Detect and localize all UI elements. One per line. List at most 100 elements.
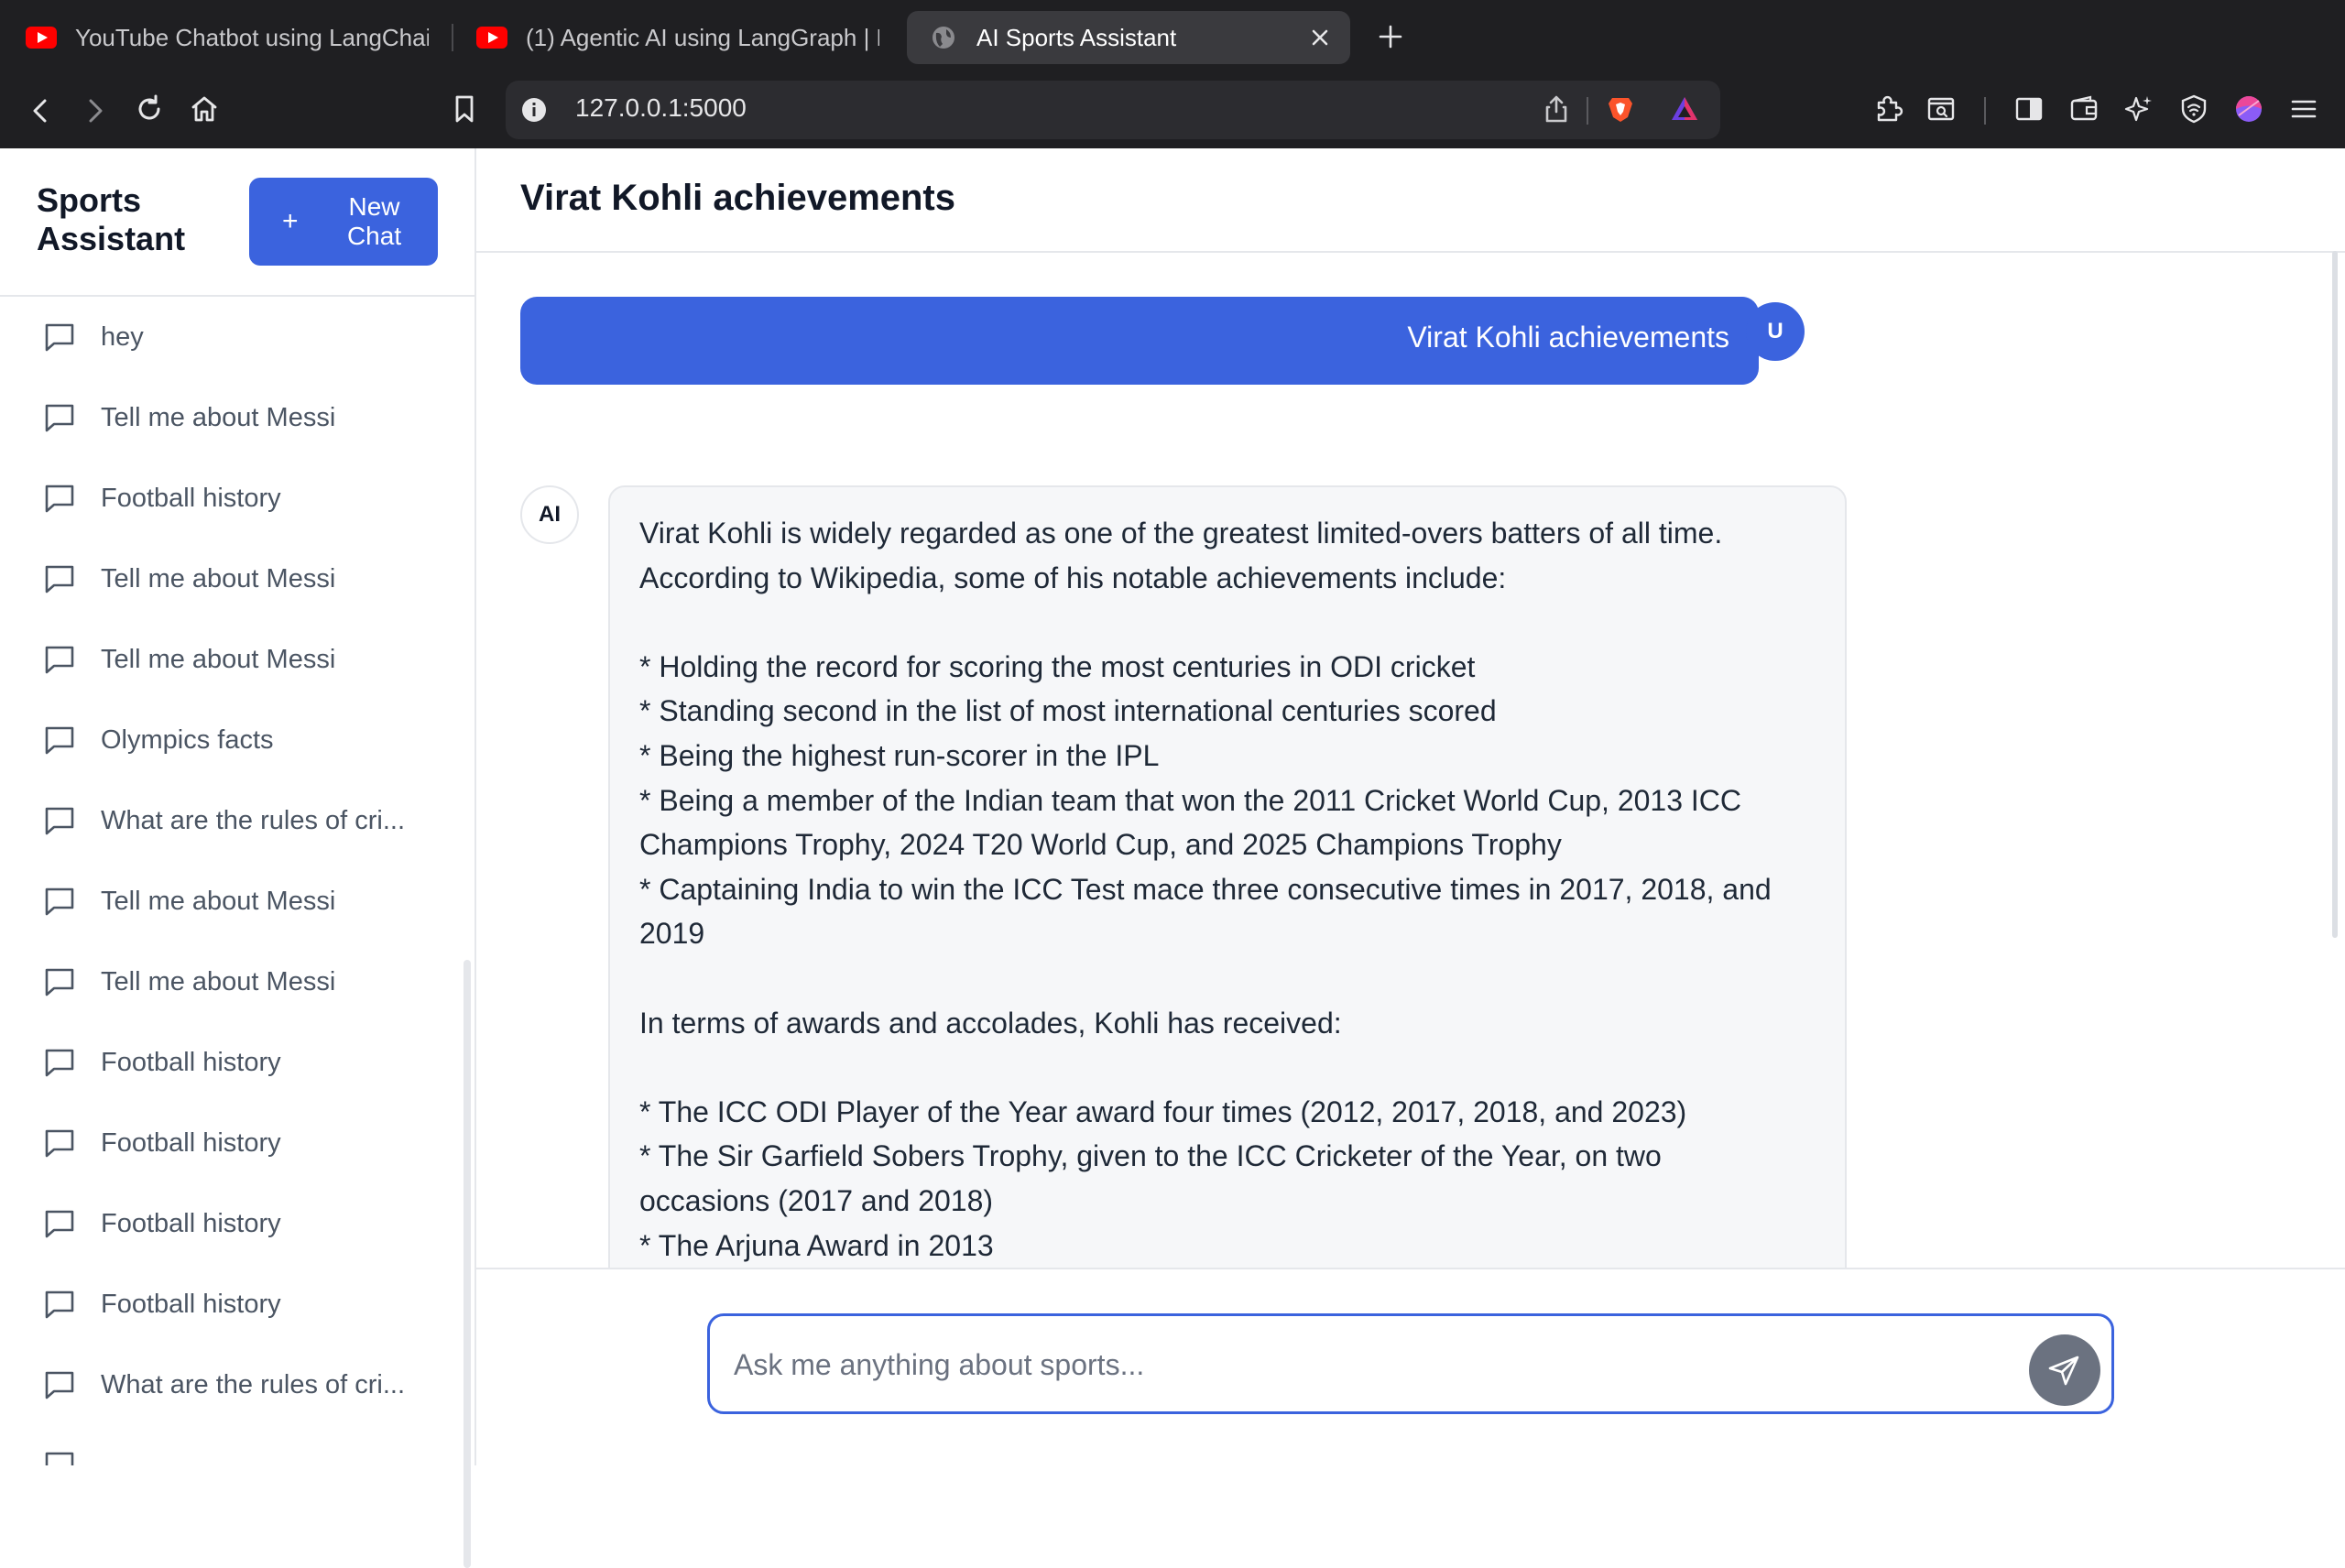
sidebar-scrollbar[interactable] (464, 960, 471, 1568)
chat-history-label: What are the rules of cri... (101, 805, 406, 835)
chat-history-item[interactable]: Tell me about Messi (0, 942, 458, 1022)
new-chat-label-line1: New (348, 192, 400, 221)
bookmark-icon[interactable] (449, 93, 480, 125)
sidebar-toggle-icon[interactable] (2013, 93, 2045, 125)
chat-bubble-icon (45, 968, 74, 996)
share-icon[interactable] (1541, 93, 1572, 125)
leo-ai-icon[interactable] (2123, 93, 2154, 125)
sidebar: Sports Assistant + New Chat hey Tell me a… (0, 148, 476, 1568)
new-chat-button[interactable]: + New Chat (249, 178, 438, 266)
app-title-line1: Sports (37, 181, 142, 219)
youtube-icon (476, 27, 507, 49)
brave-rewards-icon[interactable] (1669, 93, 1700, 125)
ai-message-line: Champions Trophy, 2024 T20 World Cup, an… (639, 828, 1562, 862)
reload-icon[interactable] (134, 93, 165, 125)
chat-history-label: Tell me about Messi (101, 402, 336, 432)
send-button[interactable] (2029, 1334, 2100, 1406)
url-text[interactable]: 127.0.0.1:5000 (575, 93, 747, 123)
chat-history-list: hey Tell me about Messi Football history Te… (0, 297, 458, 1465)
user-message-bubble: Virat Kohli achievements (520, 297, 1759, 385)
chat-bubble-icon (45, 1452, 74, 1465)
vpn-shield-icon[interactable] (2178, 93, 2209, 125)
chat-bubble-icon (45, 1371, 74, 1399)
chat-history-label: Tell me about Messi (101, 966, 336, 996)
ai-message-line: According to Wikipedia, some of his nota… (639, 561, 1507, 594)
profile-avatar-icon[interactable] (2233, 93, 2264, 125)
chat-history-item[interactable]: Football history (0, 1103, 458, 1183)
chat-history-item[interactable]: What are the rules of cri... (0, 780, 458, 861)
message-input[interactable] (732, 1336, 2000, 1393)
youtube-icon (26, 27, 57, 49)
chat-history-item[interactable]: hey (0, 297, 458, 377)
chat-bubble-icon (45, 807, 74, 835)
tab-separator (452, 24, 453, 51)
back-arrow-icon[interactable] (26, 95, 57, 126)
chat-history-label: Football history (101, 1127, 281, 1158)
ai-message-line: In terms of awards and accolades, Kohli … (639, 1006, 1342, 1040)
tab-label: (1) Agentic AI using LangGraph | No (526, 23, 879, 51)
ai-message-line: occasions (2017 and 2018) (639, 1183, 994, 1217)
chat-bubble-icon (45, 1210, 74, 1238)
chat-header: Virat Kohli achievements (476, 148, 2345, 253)
chat-history-label: hey (101, 321, 144, 352)
chat-history-label: What are the rules of cri... (101, 1369, 406, 1399)
forward-arrow-icon[interactable] (79, 95, 110, 126)
brave-shields-icon[interactable] (1605, 93, 1636, 125)
chat-bubble-icon (45, 1129, 74, 1158)
chat-bubble-icon (45, 726, 74, 755)
chat-history-item[interactable]: Olympics facts (0, 700, 458, 780)
site-info-icon[interactable] (518, 94, 550, 125)
chat-history-item[interactable]: Tell me about Messi (0, 377, 458, 458)
send-icon (2048, 1356, 2079, 1386)
ai-avatar: AI (520, 485, 579, 544)
tab-label: YouTube Chatbot using LangChain (75, 23, 429, 51)
reader-search-icon[interactable] (1925, 93, 1957, 125)
plus-icon: + (282, 206, 299, 236)
new-chat-label-line2: Chat (346, 222, 402, 250)
close-icon[interactable] (1308, 26, 1332, 49)
chat-history-label: Olympics facts (101, 724, 274, 755)
browser-tab-sports-assistant[interactable]: AI Sports Assistant (907, 11, 1350, 64)
ai-message-line: * Standing second in the list of most in… (639, 694, 1497, 728)
ai-message-line: * Being the highest run-scorer in the IP… (639, 738, 1160, 772)
ai-message-line: * The Sir Garfield Sobers Trophy, given … (639, 1139, 1662, 1173)
chat-history-item[interactable]: What are the rules of cri... (0, 1345, 458, 1425)
ai-message-line (639, 1045, 1816, 1090)
chat-bubble-icon (45, 887, 74, 916)
ai-message-line: * Holding the record for scoring the mos… (639, 649, 1476, 683)
chat-history-item[interactable]: Tell me about Messi (0, 861, 458, 942)
chat-history-item[interactable]: Football history (0, 458, 458, 539)
chat-history-item[interactable]: Football history (0, 1264, 458, 1345)
chat-history-label: Tell me about Messi (101, 644, 336, 674)
sidebar-header: Sports Assistant + New Chat (0, 148, 474, 297)
new-tab-plus-icon[interactable] (1374, 20, 1407, 53)
chat-history-item[interactable]: Tell me about Messi (0, 539, 458, 619)
user-avatar: U (1746, 302, 1805, 361)
input-area (476, 1268, 2345, 1467)
wallet-icon[interactable] (2068, 93, 2100, 125)
extensions-icon[interactable] (1872, 93, 1903, 125)
chat-history-item[interactable]: Football history (0, 1022, 458, 1103)
chat-history-label: Football history (101, 1208, 281, 1238)
messages-scrollbar[interactable] (2332, 251, 2338, 938)
tab-label: AI Sports Assistant (976, 23, 1177, 51)
browser-tab-youtube-chatbot[interactable]: YouTube Chatbot using LangChain (26, 11, 429, 64)
toolbar-divider (1984, 97, 1986, 125)
chat-history-item[interactable]: Football history (0, 1183, 458, 1264)
ai-message-line (639, 956, 1816, 1001)
chat-bubble-icon (45, 1049, 74, 1077)
chat-bubble-icon (45, 1290, 74, 1319)
chat-history-item[interactable] (0, 1425, 458, 1465)
ai-message-line: * The ICC ODI Player of the Year award f… (639, 1094, 1687, 1128)
chat-main: Virat Kohli achievements Virat Kohli ach… (476, 148, 2345, 1467)
chat-history-item[interactable]: Tell me about Messi (0, 619, 458, 700)
ai-message-line: * Captaining India to win the ICC Test m… (639, 872, 1772, 906)
home-icon[interactable] (189, 93, 220, 125)
browser-tab-agentic-ai[interactable]: (1) Agentic AI using LangGraph | No (476, 11, 879, 64)
ai-message-bubble: Virat Kohli is widely regarded as one of… (608, 485, 1847, 1268)
chat-history-label: Tell me about Messi (101, 563, 336, 593)
menu-hamburger-icon[interactable] (2288, 93, 2319, 125)
browser-tab-bar: YouTube Chatbot using LangChain (1) Agen… (0, 0, 2345, 73)
chat-history-label: Football history (101, 483, 281, 513)
ai-message-line: * The Arjuna Award in 2013 (639, 1228, 994, 1262)
